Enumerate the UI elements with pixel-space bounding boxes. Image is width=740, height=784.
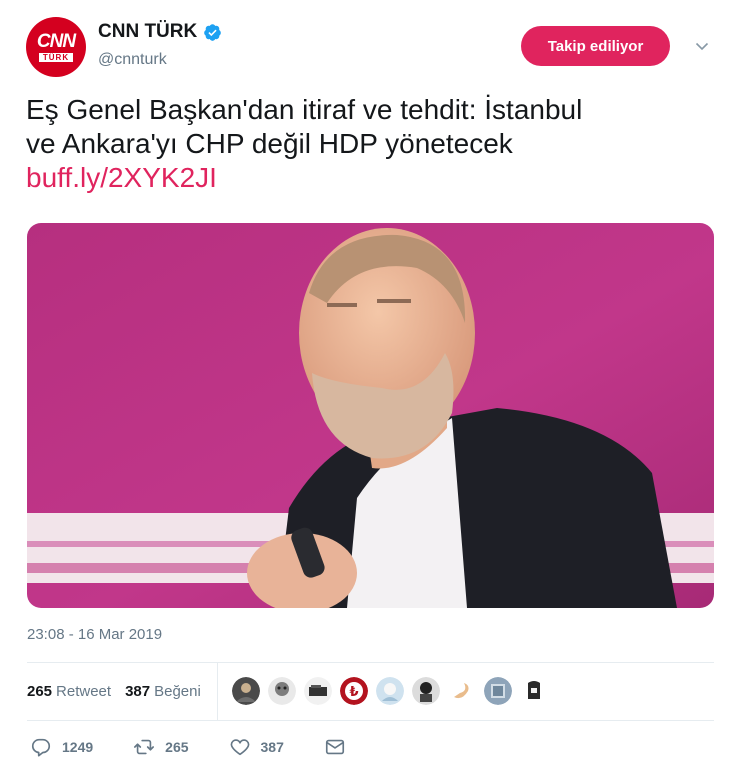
liker-avatar[interactable] xyxy=(483,677,512,705)
liker-avatar[interactable] xyxy=(267,677,296,705)
liker-avatar[interactable] xyxy=(375,677,404,705)
divider xyxy=(27,720,714,721)
heart-icon xyxy=(230,739,249,756)
retweet-stat[interactable]: 265 Retweet xyxy=(27,683,111,700)
avatar[interactable]: CNN TÜRK xyxy=(26,17,86,77)
tweet-text-line: Eş Genel Başkan'dan itiraf ve tehdit: İs… xyxy=(26,94,583,125)
display-name[interactable]: CNN TÜRK xyxy=(98,21,197,43)
tweet-text: Eş Genel Başkan'dan itiraf ve tehdit: İs… xyxy=(26,93,716,195)
tweet-photo[interactable] xyxy=(27,223,714,608)
verified-badge-icon xyxy=(204,23,222,41)
envelope-icon xyxy=(325,739,344,755)
reply-button[interactable]: 1249 xyxy=(30,736,93,758)
photo-illustration xyxy=(27,223,714,608)
tweet-link[interactable]: buff.ly/2XYK2JI xyxy=(26,161,716,195)
chevron-down-icon[interactable] xyxy=(694,38,710,54)
stats-separator xyxy=(216,662,218,720)
liker-avatar[interactable] xyxy=(519,677,548,705)
like-count: 387 xyxy=(125,682,151,700)
reply-count: 1249 xyxy=(62,739,94,755)
liker-avatar[interactable] xyxy=(411,677,440,705)
retweet-count: 265 xyxy=(27,682,53,700)
liker-avatar[interactable] xyxy=(447,677,476,705)
tweet-timestamp[interactable]: 23:08 - 16 Mar 2019 xyxy=(27,626,162,643)
retweet-button[interactable]: 265 xyxy=(133,736,189,758)
following-button[interactable]: Takip ediliyor xyxy=(521,26,670,66)
liker-avatars: ₺ xyxy=(231,677,548,705)
retweet-icon xyxy=(134,739,155,755)
like-label: Beğeni xyxy=(154,682,201,700)
svg-text:₺: ₺ xyxy=(349,685,358,700)
account-handle[interactable]: @cnnturk xyxy=(98,51,167,69)
account-name-row[interactable]: CNN TÜRK xyxy=(98,21,222,43)
direct-message-button[interactable] xyxy=(324,736,346,758)
tweet-text-line: ve Ankara'yı CHP değil HDP yönetecek xyxy=(26,128,513,159)
reply-icon xyxy=(31,738,51,757)
tweet-actions: 1249 265 387 xyxy=(30,736,386,758)
retweet-count: 265 xyxy=(165,739,189,755)
like-count: 387 xyxy=(260,739,284,755)
liker-avatar[interactable] xyxy=(231,677,260,705)
engagement-stats: 265 Retweet 387 Beğeni ₺ xyxy=(27,662,714,720)
like-stat[interactable]: 387 Beğeni xyxy=(125,683,201,700)
like-button[interactable]: 387 xyxy=(229,736,284,758)
liker-avatar[interactable] xyxy=(303,677,332,705)
liker-avatar[interactable]: ₺ xyxy=(339,677,368,705)
avatar-logo-subtext: TÜRK xyxy=(38,52,74,62)
avatar-logo-text: CNN xyxy=(36,30,76,52)
retweet-label: Retweet xyxy=(56,682,112,700)
